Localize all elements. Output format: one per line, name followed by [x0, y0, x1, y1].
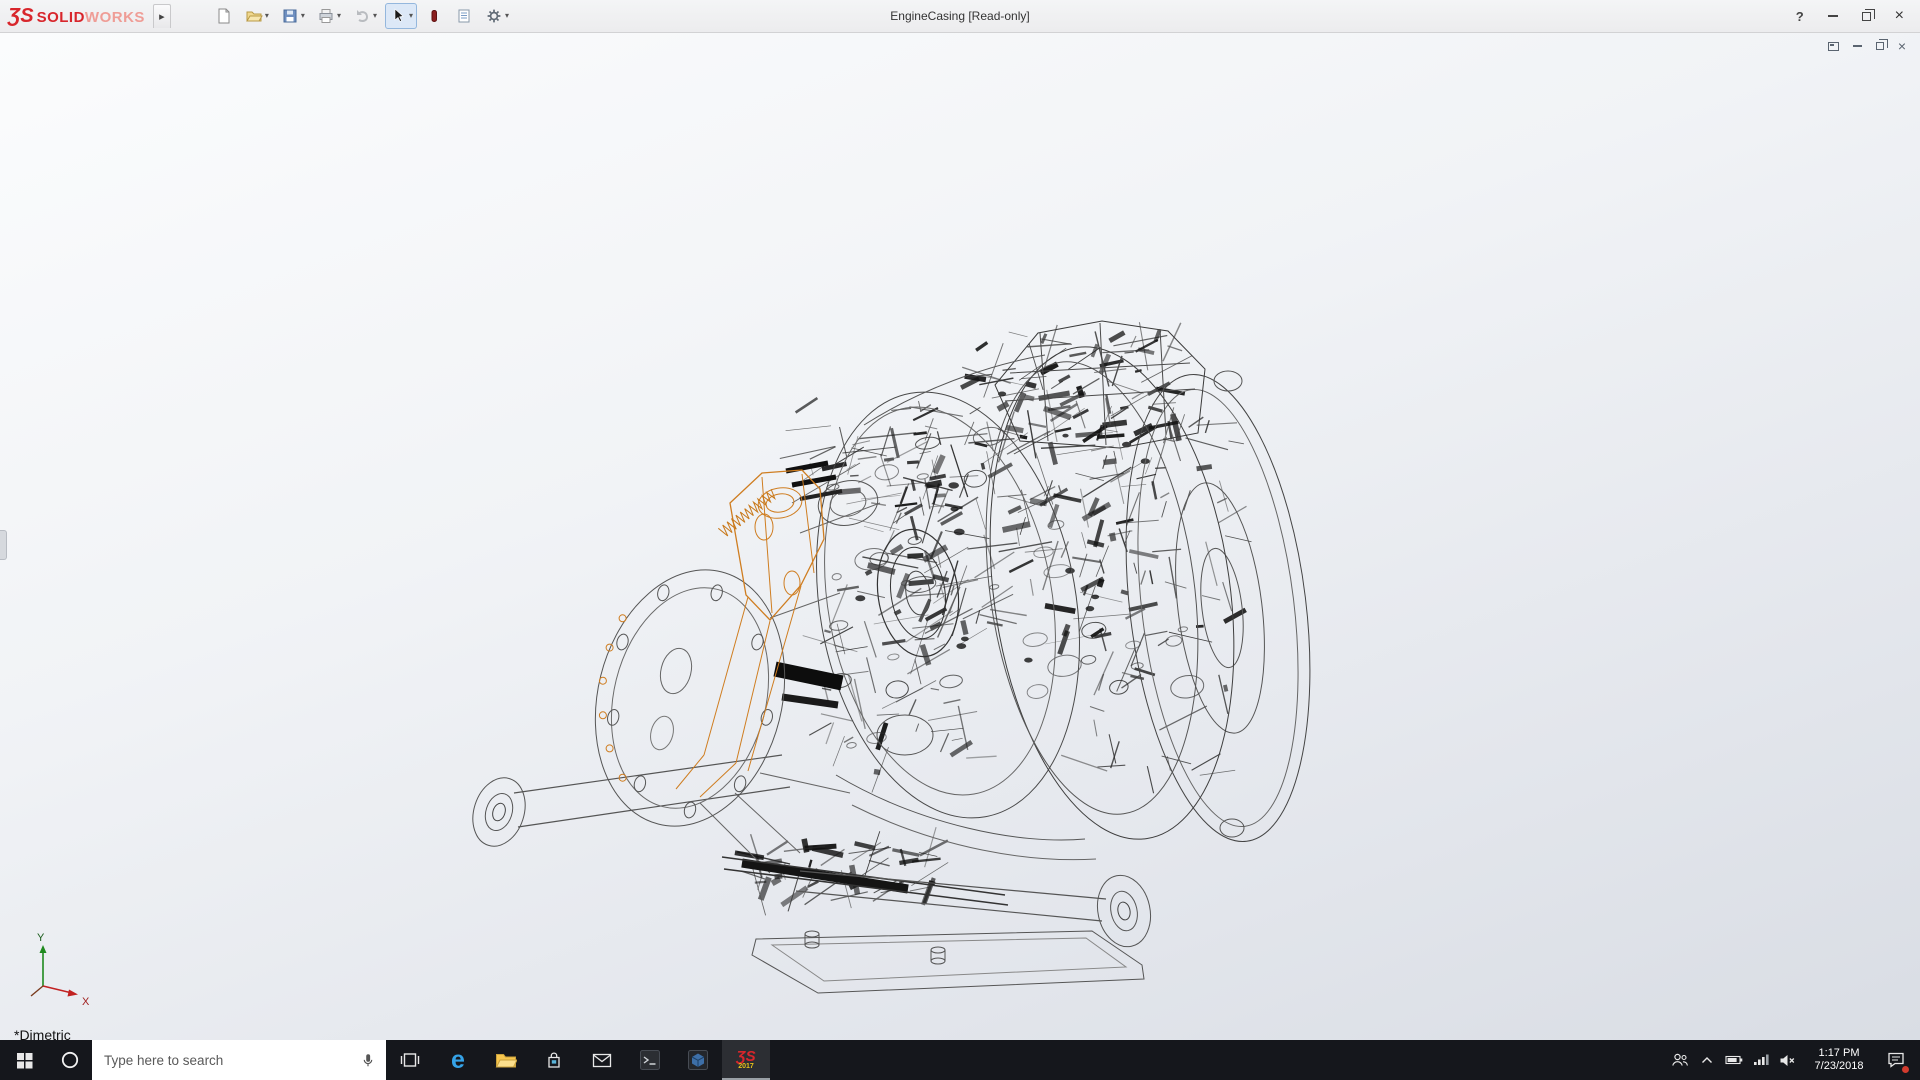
volume-muted-icon — [1779, 1054, 1796, 1067]
maximize-button[interactable] — [1862, 12, 1871, 21]
start-button[interactable] — [0, 1040, 48, 1080]
menu-flyout-arrow[interactable]: ▸ — [153, 4, 171, 28]
cortana-button[interactable] — [48, 1040, 92, 1080]
file-explorer-icon — [495, 1051, 517, 1069]
screen: ƷS SOLID WORKS ▸ ▾ ▾ — [0, 0, 1920, 1080]
taskbar-search[interactable] — [92, 1040, 386, 1080]
doc-restore-button[interactable] — [1876, 42, 1884, 50]
network-icon — [1753, 1054, 1769, 1066]
volume-button[interactable] — [1774, 1040, 1801, 1080]
chevron-down-icon[interactable]: ▾ — [409, 12, 413, 20]
options-button[interactable]: ▾ — [481, 3, 513, 29]
triad-y-label: Y — [37, 932, 45, 944]
file-properties-button[interactable] — [451, 3, 477, 29]
action-center-icon — [1887, 1052, 1905, 1068]
people-button[interactable] — [1666, 1040, 1693, 1080]
undo-icon — [353, 7, 371, 25]
doc-minimize-button[interactable] — [1853, 45, 1862, 47]
solidworks-app-icon: ƷS — [736, 1050, 755, 1063]
file-properties-icon — [455, 7, 473, 25]
viewer-app-icon — [687, 1049, 709, 1071]
hidden-icons-button[interactable] — [1693, 1040, 1720, 1080]
solidworks-version-badge: 2017 — [738, 1063, 754, 1071]
graphics-viewport[interactable]: × — [0, 33, 1920, 1040]
doc-popout-icon[interactable] — [1828, 42, 1839, 51]
print-button[interactable]: ▾ — [313, 3, 345, 29]
battery-button[interactable] — [1720, 1040, 1747, 1080]
cortana-circle-icon — [60, 1050, 80, 1070]
open-button[interactable]: ▾ — [241, 3, 273, 29]
options-gear-icon — [485, 7, 503, 25]
help-button[interactable]: ? — [1796, 9, 1804, 24]
edge-icon: e — [451, 1048, 465, 1073]
network-button[interactable] — [1747, 1040, 1774, 1080]
windows-taskbar: e — [0, 1040, 1920, 1080]
chevron-up-icon — [1701, 1056, 1713, 1064]
taskbar-clock[interactable]: 1:17 PM 7/23/2018 — [1801, 1047, 1877, 1073]
save-icon — [281, 7, 299, 25]
print-icon — [317, 7, 335, 25]
app-dark-2-button[interactable] — [674, 1040, 722, 1080]
close-button[interactable]: × — [1895, 8, 1904, 24]
new-document-icon — [215, 7, 233, 25]
solidworks-taskbar-button[interactable]: ƷS 2017 — [722, 1040, 770, 1080]
save-button[interactable]: ▾ — [277, 3, 309, 29]
system-tray: 1:17 PM 7/23/2018 — [1666, 1040, 1920, 1080]
windows-logo-icon — [16, 1052, 33, 1069]
battery-icon — [1725, 1055, 1743, 1065]
app-dark-1-button[interactable] — [626, 1040, 674, 1080]
store-icon — [545, 1051, 563, 1070]
action-center-button[interactable] — [1877, 1040, 1915, 1080]
clock-time: 1:17 PM — [1801, 1047, 1877, 1060]
triad-x-label: X — [82, 996, 90, 1008]
app-titlebar: ƷS SOLID WORKS ▸ ▾ ▾ — [0, 0, 1920, 33]
edge-button[interactable]: e — [434, 1040, 482, 1080]
terminal-app-icon — [639, 1049, 661, 1071]
solidworks-logo-text2: WORKS — [85, 9, 145, 26]
open-folder-icon — [245, 7, 263, 25]
chevron-down-icon[interactable]: ▾ — [337, 12, 341, 20]
new-document-button[interactable] — [211, 3, 237, 29]
solidworks-logo-mark: ƷS — [8, 5, 34, 28]
minimize-button[interactable] — [1828, 15, 1838, 17]
people-icon — [1671, 1052, 1689, 1068]
mail-icon — [592, 1053, 612, 1068]
document-window-controls: × — [1828, 39, 1906, 53]
view-orientation-label: *Dimetric — [14, 1027, 71, 1040]
selected-component[interactable] — [599, 470, 824, 797]
red-tool-button[interactable] — [421, 3, 447, 29]
mail-button[interactable] — [578, 1040, 626, 1080]
doc-close-button[interactable]: × — [1898, 39, 1906, 53]
chevron-down-icon[interactable]: ▾ — [265, 12, 269, 20]
file-explorer-button[interactable] — [482, 1040, 530, 1080]
orientation-triad: Y X — [31, 932, 90, 1008]
task-view-icon — [400, 1052, 420, 1068]
quick-access-toolbar: ▾ ▾ ▾ ▾ — [211, 3, 513, 29]
chevron-down-icon[interactable]: ▾ — [505, 12, 509, 20]
store-button[interactable] — [530, 1040, 578, 1080]
document-title: EngineCasing [Read-only] — [890, 9, 1029, 23]
window-controls: ? × — [1796, 8, 1920, 24]
solidworks-logo-text: SOLID — [37, 9, 85, 26]
chevron-down-icon[interactable]: ▾ — [373, 12, 377, 20]
chevron-down-icon[interactable]: ▾ — [301, 12, 305, 20]
red-tool-icon — [425, 7, 443, 25]
search-input[interactable] — [92, 1053, 360, 1068]
solidworks-logo: ƷS SOLID WORKS — [8, 5, 145, 28]
clock-date: 7/23/2018 — [1801, 1060, 1877, 1073]
microphone-icon[interactable] — [360, 1051, 386, 1069]
notification-badge — [1902, 1066, 1909, 1073]
model-wireframe[interactable]: Y X — [0, 33, 1920, 1040]
undo-button[interactable]: ▾ — [349, 3, 381, 29]
select-arrow-icon — [389, 7, 407, 25]
select-button[interactable]: ▾ — [385, 3, 417, 29]
front-flange — [569, 550, 810, 847]
task-view-button[interactable] — [386, 1040, 434, 1080]
